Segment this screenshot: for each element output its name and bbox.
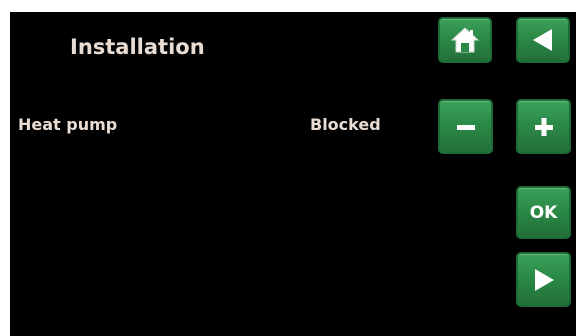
- page-title: Installation: [70, 35, 205, 59]
- home-button[interactable]: [438, 17, 492, 63]
- next-button[interactable]: [516, 252, 571, 307]
- ok-button[interactable]: OK: [516, 186, 571, 239]
- decrease-button[interactable]: [438, 99, 493, 154]
- increase-button[interactable]: [516, 99, 571, 154]
- back-arrow-icon: [533, 29, 552, 51]
- back-button[interactable]: [516, 17, 570, 63]
- home-icon: [450, 27, 480, 53]
- plus-icon: [534, 117, 553, 136]
- setting-label: Heat pump: [18, 115, 118, 134]
- setting-value: Blocked: [310, 115, 381, 134]
- forward-arrow-icon: [534, 268, 554, 291]
- display-screen: Installation Heat pump Blocked OK: [10, 12, 576, 336]
- ok-button-label: OK: [529, 202, 558, 223]
- minus-icon: [456, 124, 475, 130]
